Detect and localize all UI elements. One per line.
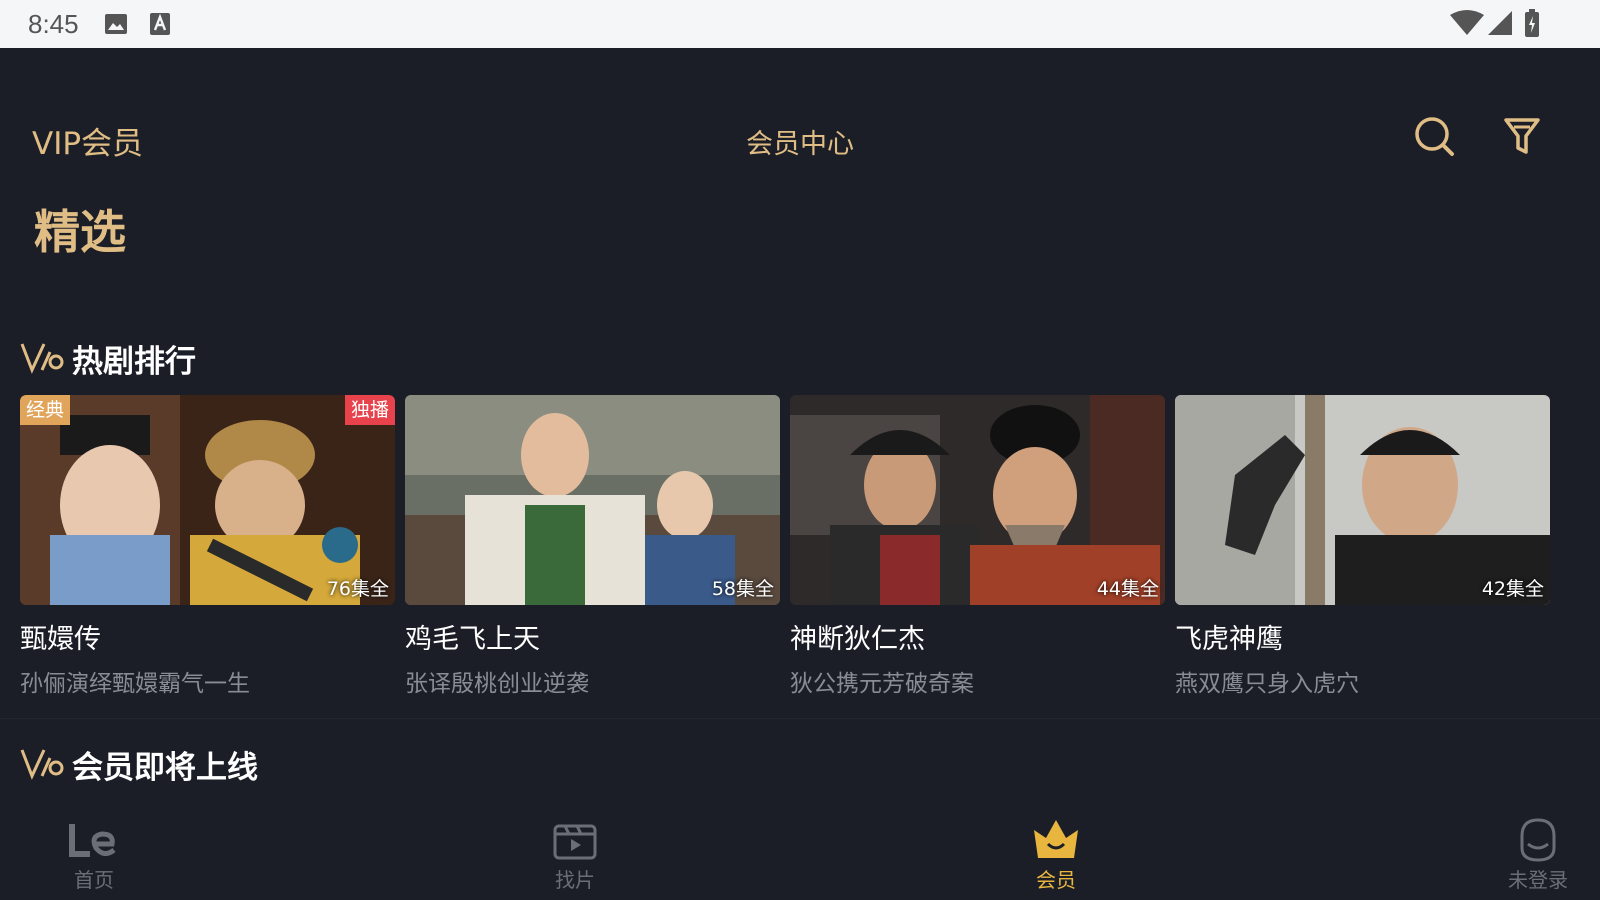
wifi-icon [1450, 10, 1484, 40]
nav-label: 会员 [1036, 868, 1076, 892]
drama-title[interactable]: 飞虎神鹰 [1175, 617, 1550, 656]
nav-item-vip[interactable]: 会员 [996, 818, 1116, 893]
drama-card[interactable]: 58集全 鸡毛飞上天 张译殷桃创业逆袭 [405, 395, 780, 698]
episode-count: 42集全 [1481, 578, 1544, 600]
drama-thumbnail[interactable]: 44集全 [790, 395, 1165, 605]
vip-logo-icon [20, 342, 64, 374]
drama-subtitle: 孙俪演绎甄嬛霸气一生 [20, 671, 250, 697]
text-a-icon [149, 12, 171, 40]
nav-label: 找片 [555, 868, 595, 892]
status-time: 8:45 [28, 9, 79, 39]
filter-icon[interactable] [1500, 114, 1544, 158]
status-bar: 8:45 [0, 0, 1600, 48]
badge-exclusive: 独播 [344, 395, 395, 425]
nav-item-login[interactable]: 未登录 [1478, 818, 1598, 893]
le-logo-icon [34, 818, 154, 862]
episode-count: 58集全 [711, 578, 774, 600]
nav-label: 未登录 [1508, 868, 1568, 892]
section-divider [0, 718, 1600, 719]
section-title: 会员即将上线 [72, 749, 258, 786]
drama-subtitle: 狄公携元芳破奇案 [790, 671, 974, 697]
header: VIP会员 会员中心 [0, 48, 1600, 198]
nav-label: 首页 [74, 868, 114, 892]
drama-thumbnail[interactable]: 经典 独播 76集全 [20, 395, 395, 605]
vip-logo-icon [20, 748, 64, 780]
nav-item-home[interactable]: 首页 [34, 818, 154, 893]
section-title: 热剧排行 [72, 343, 196, 380]
drama-thumbnail[interactable]: 58集全 [405, 395, 780, 605]
drama-card[interactable]: 44集全 神断狄仁杰 狄公携元芳破奇案 [790, 395, 1165, 698]
nav-item-find[interactable]: 找片 [515, 818, 635, 893]
drama-card[interactable]: 经典 独播 76集全 甄嬛传 孙俪演绎甄嬛霸气一生 [20, 395, 395, 698]
battery-charging-icon [1525, 9, 1539, 41]
search-icon[interactable] [1412, 114, 1456, 158]
film-play-icon [515, 818, 635, 862]
drama-subtitle: 燕双鹰只身入虎穴 [1175, 671, 1359, 697]
member-center-title[interactable]: 会员中心 [0, 122, 1600, 161]
episode-count: 44集全 [1096, 578, 1159, 600]
drama-title[interactable]: 甄嬛传 [20, 617, 395, 656]
user-icon [1478, 818, 1598, 862]
section-header-coming-soon: 会员即将上线 [20, 744, 258, 786]
badge-classic: 经典 [20, 395, 71, 425]
image-icon [104, 12, 128, 40]
signal-icon [1488, 11, 1512, 39]
drama-subtitle: 张译殷桃创业逆袭 [405, 671, 589, 697]
episode-count: 76集全 [326, 578, 389, 600]
drama-title[interactable]: 神断狄仁杰 [790, 617, 1165, 656]
section-header-hot-rank: 热剧排行 [20, 338, 196, 380]
drama-title[interactable]: 鸡毛飞上天 [405, 617, 780, 656]
drama-card[interactable]: 42集全 飞虎神鹰 燕双鹰只身入虎穴 [1175, 395, 1550, 698]
drama-thumbnail[interactable]: 42集全 [1175, 395, 1550, 605]
crown-icon [996, 818, 1116, 862]
bottom-nav: 首页 找片 会员 未登录 [0, 800, 1600, 900]
page-title: 精选 [34, 205, 126, 259]
